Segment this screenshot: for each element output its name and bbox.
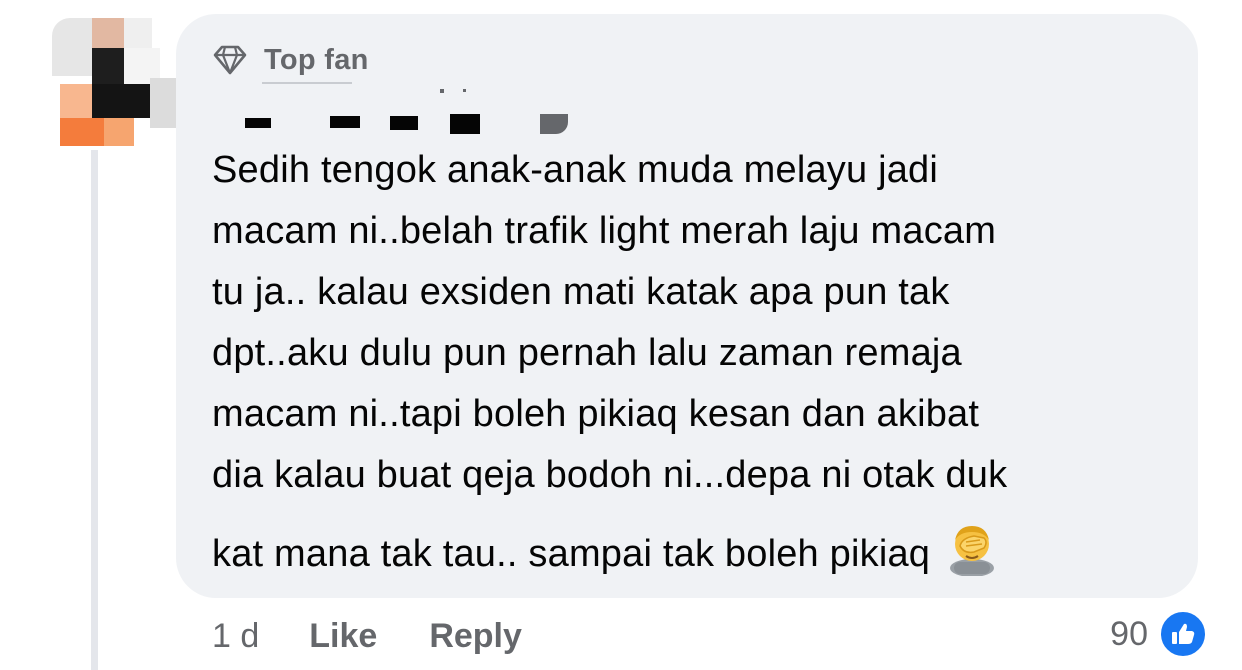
reaction-count: 90 [1110,614,1148,653]
comment-line: tu ja.. kalau exsiden mati katak apa pun… [212,271,950,313]
diamond-icon [212,45,248,75]
comment-actions: 1 d Like Reply [212,612,574,660]
badge-underline [262,82,352,84]
comment-line: kat mana tak tau.. sampai tak boleh piki… [212,533,931,575]
reaction-summary[interactable]: 90 [1110,608,1208,660]
comment-line: dpt..aku dulu pun pernah lalu zaman rema… [212,332,962,374]
comment-timestamp[interactable]: 1 d [212,617,259,656]
facepalm-emoji [944,520,1000,595]
like-button[interactable]: Like [309,617,377,656]
comment-thread: Top fan Sedih tengok anak-anak muda mela… [0,0,1242,670]
thumbs-up-icon [1158,609,1208,659]
badge-label: Top fan [264,43,369,76]
avatar[interactable] [34,18,184,150]
comment-line: macam ni..belah trafik light merah laju … [212,210,997,252]
comment-line: macam ni..tapi boleh pikiaq kesan dan ak… [212,393,980,435]
top-fan-badge: Top fan [212,40,369,80]
thread-line [91,150,98,670]
comment-text: Sedih tengok anak-anak muda melayu jadi m… [212,140,1182,595]
reply-button[interactable]: Reply [429,617,522,656]
comment-line: dia kalau buat qeja bodoh ni...depa ni o… [212,454,1008,496]
comment-line: Sedih tengok anak-anak muda melayu jadi [212,149,939,191]
